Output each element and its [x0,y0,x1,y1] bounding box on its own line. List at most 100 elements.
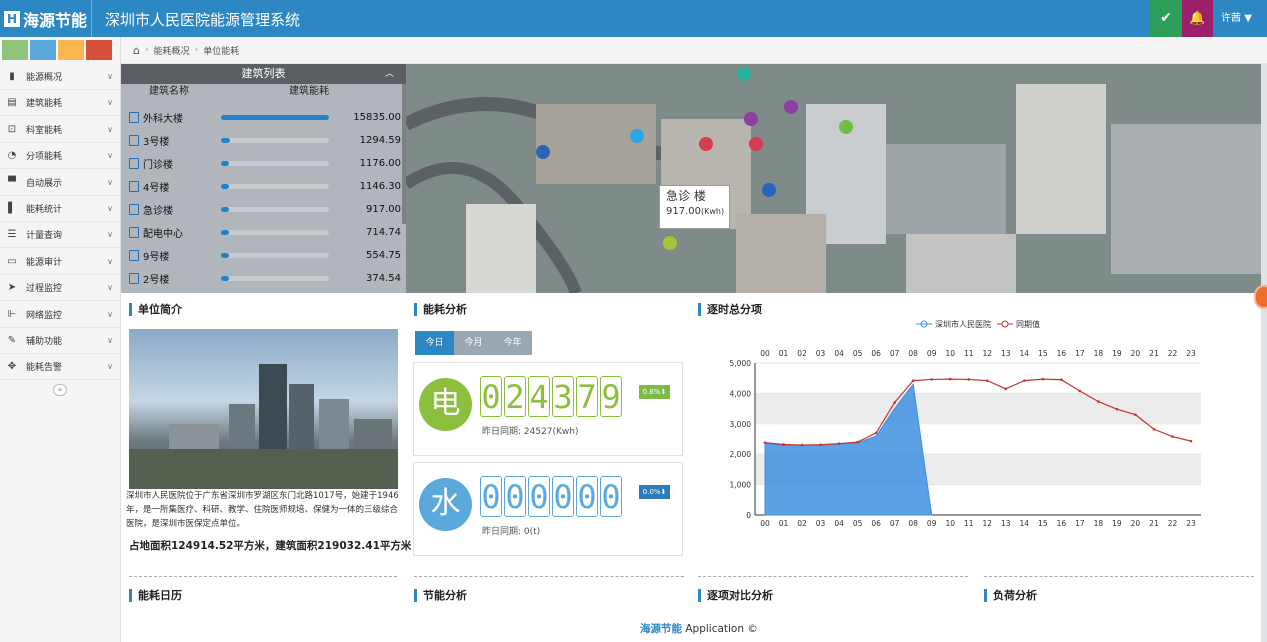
department-icon: ⊡ [7,123,17,135]
counter-digit: 9 [600,376,622,417]
sidebar-collapse-button[interactable]: « [53,384,67,396]
energy-bar [221,184,329,189]
footer-brand[interactable]: 海源节能 [640,623,682,635]
chevron-down-icon: ∨ [107,151,113,161]
series-point [948,377,952,381]
chevron-down-icon: ∨ [107,98,113,108]
theme-swatch-red[interactable] [86,40,112,60]
x-tick-label-top: 13 [1001,349,1011,358]
water-icon: 水 [419,478,472,531]
sidebar-item[interactable]: ▀ 自动展示 ∨ [0,170,121,196]
sidebar-item[interactable]: ➤ 过程监控 ∨ [0,275,121,302]
sidebar-item[interactable]: ▭ 能源审计 ∨ [0,249,121,275]
load-section-title: 负荷分析 [984,589,1037,602]
building-list-panel: 建筑列表 ︿ 建筑名称 建筑能耗 外科大楼 15835.00 3号楼 1294.59 门… [121,64,406,293]
x-tick-label-top: 19 [1112,349,1122,358]
building-row[interactable]: 9号楼 554.75 [129,244,401,267]
building-energy-value: 1146.30 [359,181,401,192]
energy-bar [221,115,329,120]
counter-digit: 0 [576,476,598,517]
counter-digit: 0 [600,476,622,517]
sidebar-item[interactable]: ◔ 分项能耗 ∨ [0,143,121,170]
x-tick-label: 07 [890,519,900,528]
legend-label: 同期值 [1016,319,1040,329]
counter-digit: 0 [480,476,502,517]
page-scrollbar[interactable] [1261,64,1267,642]
series-point [1115,407,1119,411]
hourly-chart[interactable]: 5,0004,0003,0002,0001,000000000101020203… [709,313,1209,537]
sidebar-item[interactable]: ☰ 计量查询 ∨ [0,222,121,249]
chevron-down-icon: ∨ [107,283,113,293]
sidebar-item[interactable]: ⊩ 网络监控 ∨ [0,302,121,328]
building-row[interactable]: 门诊楼 1176.00 [129,152,401,175]
x-tick-label: 00 [760,519,770,528]
building-name: 9号楼 [143,252,170,263]
x-tick-label: 09 [927,519,937,528]
arrow-down-icon: ⬇ [660,388,667,396]
theme-swatch-green[interactable] [2,40,28,60]
chevron-down-icon: ∨ [107,362,113,372]
breadcrumb-item[interactable]: 能耗概况 [154,44,190,57]
building-energy-value: 554.75 [366,250,401,261]
chevron-down-icon: ∨ [107,230,113,240]
divider [414,576,684,577]
logo-mark-icon: H [4,10,20,27]
sidebar-item[interactable]: ▌ 能耗统计 ∨ [0,196,121,222]
water-counter: 000000 [480,476,624,517]
y-tick-label: 2,000 [730,450,752,459]
sidebar-item[interactable]: ▮ 能源概况 ∨ [0,64,121,90]
series-point [1189,439,1193,443]
electricity-counter: 024379 [480,376,624,417]
chevron-down-icon: ∨ [107,309,113,319]
user-menu[interactable]: 许茜 ▼ [1213,0,1267,37]
building-row[interactable]: 外科大楼 15835.00 [129,106,401,129]
tab-month[interactable]: 今月 [454,331,493,355]
x-tick-label: 06 [871,519,881,528]
x-tick-label-top: 11 [964,349,974,358]
building-row[interactable]: 4号楼 1146.30 [129,175,401,198]
chevron-down-icon: ∨ [107,336,113,345]
logo[interactable]: H 海源节能 [0,0,92,37]
x-tick-label-top: 18 [1094,349,1104,358]
notification-button[interactable]: 🔔 [1182,0,1213,37]
building-name: 2号楼 [143,275,170,286]
building-energy-value: 714.74 [366,227,401,238]
sidebar-item[interactable]: ✥ 能耗告警 ∨ [0,354,121,381]
sidebar-item-label: 分项能耗 [26,152,63,163]
breadcrumb-item: 单位能耗 [203,46,240,57]
sidebar-item[interactable]: ✎ 辅助功能 ∨ [0,328,121,354]
building-row[interactable]: 3号楼 1294.59 [129,129,401,152]
tab-today[interactable]: 今日 [415,331,454,355]
building-icon [129,204,139,215]
series-point [930,378,933,381]
counter-digit: 4 [528,376,550,417]
send-icon: ➤ [7,282,17,294]
series-point [782,443,785,446]
footer-text: Application © [685,623,758,635]
theme-swatch-yellow[interactable] [58,40,84,60]
system-title: 深圳市人民医院能源管理系统 [105,11,301,29]
y-tick-label: 5,000 [730,359,752,368]
building-row[interactable]: 急诊楼 917.00 [129,198,401,221]
series-point [819,443,822,447]
check-button[interactable]: ✔ [1150,0,1182,37]
sidebar-item[interactable]: ⊡ 科室能耗 ∨ [0,117,121,143]
home-icon[interactable]: ⌂ [133,44,140,57]
building-row[interactable]: 2号楼 374.54 [129,267,401,290]
legend-item: 同期值 [997,319,1040,329]
divider [698,576,968,577]
network-icon: ⊩ [7,308,17,320]
collapse-up-icon[interactable]: ︿ [385,64,394,84]
sidebar-item[interactable]: ▤ 建筑能耗 ∨ [0,90,121,117]
floating-widget[interactable] [1254,285,1267,309]
energy-bar [221,207,329,212]
x-tick-label-top: 07 [890,349,900,358]
x-tick-label: 20 [1131,519,1141,528]
theme-swatch-blue[interactable] [30,40,56,60]
chevron-down-icon: ∨ [107,256,113,266]
column-header: 建筑名称 建筑能耗 [121,84,406,99]
counter-digit: 0 [552,476,574,517]
tab-year[interactable]: 今年 [493,331,532,355]
campus-map[interactable]: 急诊 楼 917.00(Kwh) [406,64,1261,293]
building-row[interactable]: 配电中心 714.74 [129,221,401,244]
